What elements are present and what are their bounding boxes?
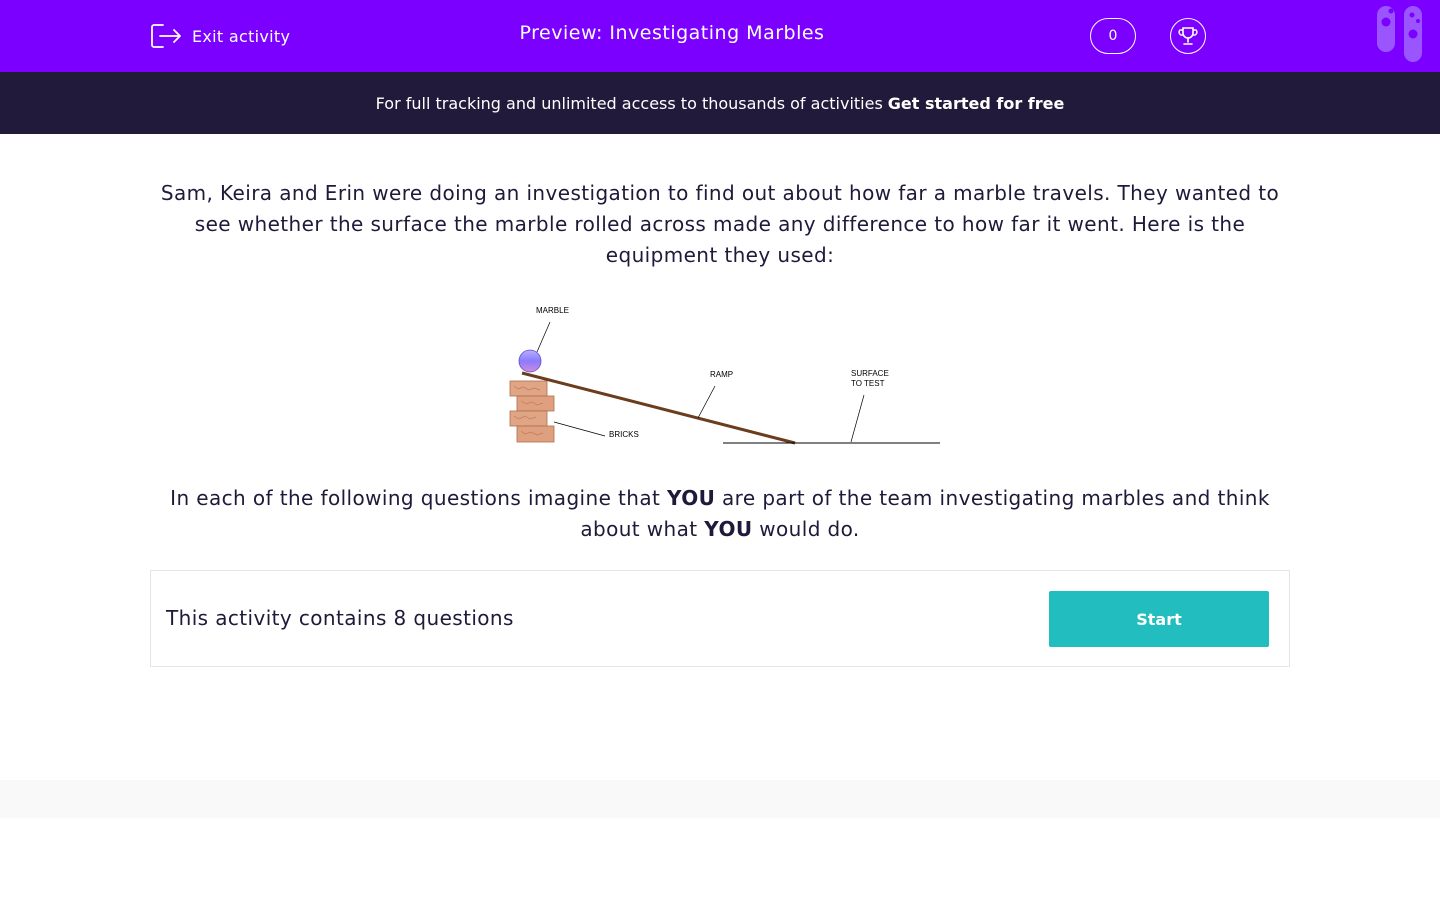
promo-banner: For full tracking and unlimited access t… xyxy=(0,72,1440,134)
ramp xyxy=(521,371,796,445)
footer-band xyxy=(0,780,1440,818)
marble xyxy=(518,349,542,373)
bricks-label: BRICKS xyxy=(609,430,639,439)
get-started-link[interactable]: Get started for free xyxy=(888,94,1065,113)
trophy-icon xyxy=(1178,27,1198,45)
instruction-text: In each of the following questions imagi… xyxy=(150,483,1290,545)
marble-label: MARBLE xyxy=(536,306,569,315)
bricks-stack xyxy=(509,380,555,443)
start-button[interactable]: Start xyxy=(1049,591,1269,647)
instruction-part-1: In each of the following questions imagi… xyxy=(170,486,661,510)
instruction-part-3: would do. xyxy=(759,517,860,541)
instruction-you-2: YOU xyxy=(704,517,753,541)
ramp-label: RAMP xyxy=(710,370,733,379)
test-tubes-logo-icon xyxy=(1377,6,1422,62)
instruction-you-1: YOU xyxy=(667,486,716,510)
top-bar: Exit activity Preview: Investigating Mar… xyxy=(0,0,1440,72)
question-count: This activity contains 8 questions xyxy=(166,606,514,630)
promo-text: For full tracking and unlimited access t… xyxy=(375,93,883,113)
page-title: Preview: Investigating Marbles xyxy=(519,22,825,44)
surface-label-line2: TO TEST xyxy=(851,379,885,388)
activity-card: This activity contains 8 questions Start xyxy=(150,570,1290,667)
equipment-diagram: MARBLE RAMP SURFACE TO TEST BRICKS xyxy=(509,306,940,445)
score-badge: 0 xyxy=(1090,18,1136,54)
surface-label-line1: SURFACE xyxy=(851,369,889,378)
trophy-button[interactable] xyxy=(1170,18,1206,54)
intro-text: Sam, Keira and Erin were doing an invest… xyxy=(160,181,1280,267)
